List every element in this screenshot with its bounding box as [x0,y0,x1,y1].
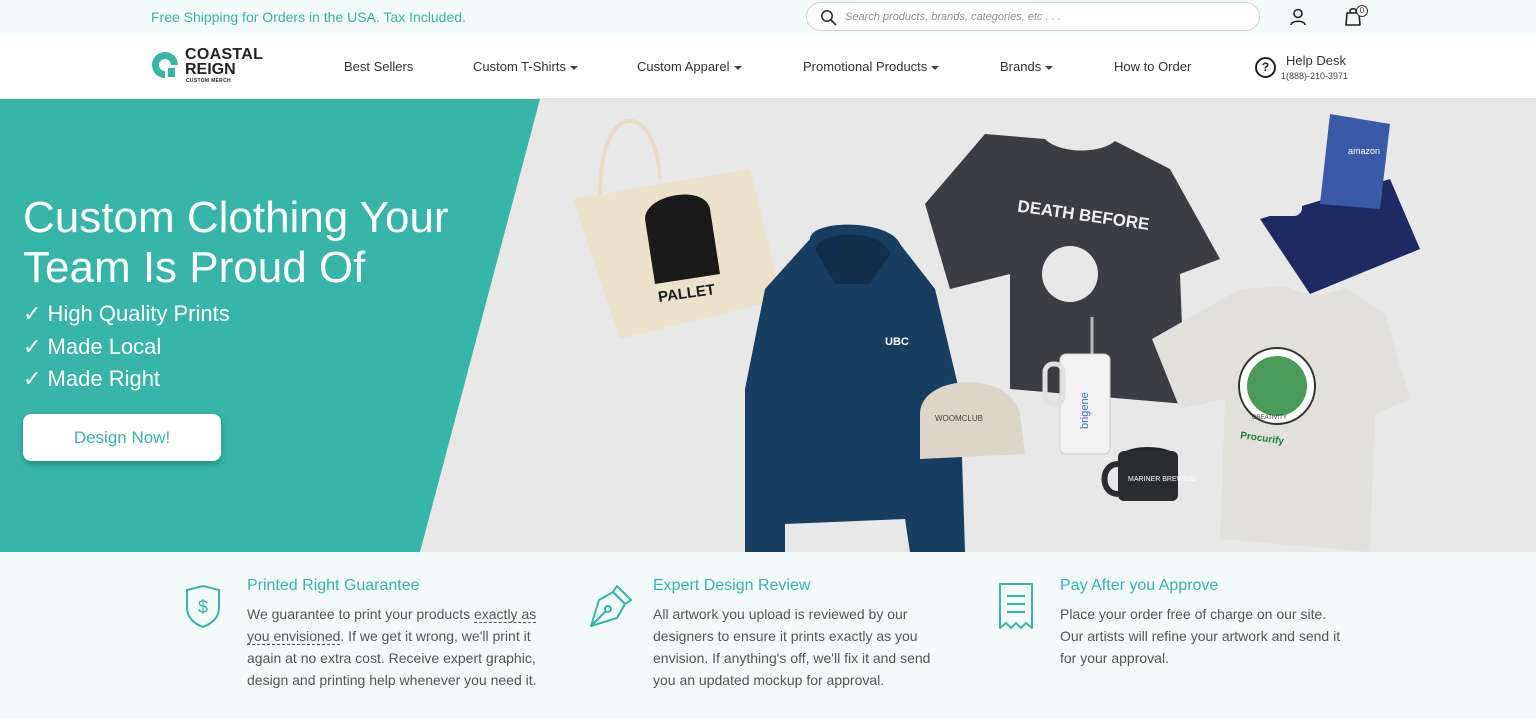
feature-title-design-review: Expert Design Review [653,577,811,594]
feature-title-guarantee: Printed Right Guarantee [247,577,420,594]
help-desk-link[interactable]: Help Desk [1286,53,1346,68]
chevron-down-icon [569,65,578,70]
features-section: $ Printed Right Guarantee We guarantee t… [0,552,1536,719]
light-tshirt-product: CREATIVITY Procurify [1152,286,1410,552]
hero-bullet: ✓ High Quality Prints [23,301,230,326]
hero-bullet: ✓ Made Right [23,366,161,391]
search-box[interactable] [806,2,1260,31]
top-bar: Free Shipping for Orders in the USA. Tax… [0,0,1536,35]
nav-how-to-order[interactable]: How to Order [1114,59,1191,74]
product-collage-image: PALLET DEATH BEFORE UBC WOOMCLUB brigene [573,114,1420,552]
nav-label: Promotional Products [803,59,928,74]
nav-custom-t-shirts[interactable]: Custom T-Shirts [473,59,578,74]
chevron-down-icon [1045,65,1054,70]
box-print-text: amazon [1348,146,1380,156]
shield-dollar-icon: $ [186,584,220,628]
cap-product: WOOMCLUB [920,382,1025,459]
hero-title-line1: Custom Clothing Your [23,193,449,242]
badge-print-text: CREATIVITY [1252,415,1287,421]
svg-text:$: $ [198,597,208,617]
user-icon[interactable] [1287,6,1309,28]
hero-banner: Custom Clothing Your Team Is Proud Of ✓ … [0,99,1536,552]
help-phone-number[interactable]: 1(888)-210-3971 [1281,71,1348,81]
hoodie-print-text: UBC [885,336,909,348]
tumbler-print-text: brigene [1079,392,1091,429]
mug-product: MARINER BREWING [1101,447,1196,501]
nav-label: How to Order [1114,59,1192,74]
logo-mark-icon [152,52,180,80]
logo-text-line3: CUSTOM MERCH [186,78,231,84]
feature-text-design-review: All artwork you upload is reviewed by ou… [653,606,931,688]
nav-brands[interactable]: Brands [1000,59,1054,74]
main-navbar: COASTAL REIGN CUSTOM MERCH Best Sellers … [0,35,1536,99]
cap-print-text: WOOMCLUB [935,414,983,423]
feature-title-pay-after: Pay After you Approve [1060,577,1219,594]
design-now-button[interactable]: Design Now! [23,414,221,461]
shipping-promo: Free Shipping for Orders in the USA. Tax… [151,9,466,25]
help-circle-icon[interactable]: ? [1255,57,1276,78]
nav-label: Custom T-Shirts [473,59,566,74]
hero-title-line2: Team Is Proud Of [23,243,366,292]
feature-text-part: We guarantee to print your products [247,606,474,622]
search-input[interactable] [843,8,1243,26]
receipt-icon [999,583,1033,629]
nav-label: Brands [1000,59,1042,74]
nav-best-sellers[interactable]: Best Sellers [344,59,413,74]
nav-custom-apparel[interactable]: Custom Apparel [637,59,742,74]
hero-title: Custom Clothing Your Team Is Proud Of [23,193,493,293]
hero-bullet: ✓ Made Local [23,334,162,359]
search-icon[interactable] [820,9,837,26]
hoodie-product: UBC [745,224,965,552]
nav-label: Custom Apparel [637,59,730,74]
site-logo[interactable]: COASTAL REIGN CUSTOM MERCH [150,47,270,87]
cart-button[interactable]: 0 [1344,5,1368,28]
logo-text-line2: REIGN [185,61,236,78]
chevron-down-icon [931,65,940,70]
feature-text-guarantee: We guarantee to print your products exac… [247,603,537,691]
pen-nib-icon [590,585,632,627]
chevron-down-icon [733,65,742,70]
nav-label: Best Sellers [344,59,414,74]
cart-count-badge: 0 [1356,5,1368,17]
feature-text-pay-after: Place your order free of charge on our s… [1060,606,1341,666]
gift-box-product: amazon [1260,114,1420,294]
nav-promotional-products[interactable]: Promotional Products [803,59,940,74]
mug-print-text: MARINER BREWING [1128,476,1196,483]
tote-bag-product: PALLET [573,118,782,339]
